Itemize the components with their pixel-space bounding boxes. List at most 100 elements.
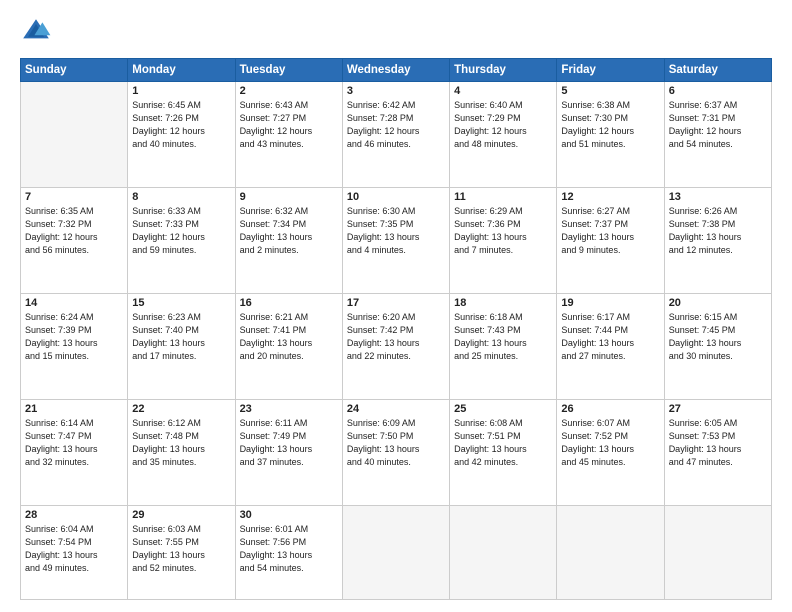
calendar-cell: 19 Sunrise: 6:17 AM Sunset: 7:44 PM Dayli… (557, 293, 664, 399)
calendar-cell: 24 Sunrise: 6:09 AM Sunset: 7:50 PM Dayli… (342, 399, 449, 505)
column-header-sunday: Sunday (21, 59, 128, 82)
day-info: Sunrise: 6:03 AM Sunset: 7:55 PM Dayligh… (132, 523, 230, 575)
calendar-cell: 21 Sunrise: 6:14 AM Sunset: 7:47 PM Dayli… (21, 399, 128, 505)
day-info: Sunrise: 6:45 AM Sunset: 7:26 PM Dayligh… (132, 99, 230, 151)
week-row-0: 1Sunrise: 6:45 AM Sunset: 7:26 PM Daylig… (21, 82, 772, 188)
week-row-2: 14Sunrise: 6:24 AM Sunset: 7:39 PM Dayli… (21, 293, 772, 399)
calendar-table: SundayMondayTuesdayWednesdayThursdayFrid… (20, 58, 772, 600)
day-info: Sunrise: 6:11 AM Sunset: 7:49 PM Dayligh… (240, 417, 338, 469)
day-info: Sunrise: 6:23 AM Sunset: 7:40 PM Dayligh… (132, 311, 230, 363)
calendar-cell: 9 Sunrise: 6:32 AM Sunset: 7:34 PM Daylig… (235, 187, 342, 293)
calendar-cell (21, 82, 128, 188)
day-info: Sunrise: 6:43 AM Sunset: 7:27 PM Dayligh… (240, 99, 338, 151)
day-number: 24 (347, 403, 445, 415)
day-info: Sunrise: 6:27 AM Sunset: 7:37 PM Dayligh… (561, 205, 659, 257)
column-header-wednesday: Wednesday (342, 59, 449, 82)
column-header-tuesday: Tuesday (235, 59, 342, 82)
day-number: 5 (561, 85, 659, 97)
calendar-cell: 3 Sunrise: 6:42 AM Sunset: 7:28 PM Daylig… (342, 82, 449, 188)
column-header-thursday: Thursday (450, 59, 557, 82)
day-info: Sunrise: 6:01 AM Sunset: 7:56 PM Dayligh… (240, 523, 338, 575)
day-info: Sunrise: 6:18 AM Sunset: 7:43 PM Dayligh… (454, 311, 552, 363)
calendar-cell: 12 Sunrise: 6:27 AM Sunset: 7:37 PM Dayli… (557, 187, 664, 293)
day-number: 13 (669, 191, 767, 203)
day-info: Sunrise: 6:24 AM Sunset: 7:39 PM Dayligh… (25, 311, 123, 363)
day-info: Sunrise: 6:37 AM Sunset: 7:31 PM Dayligh… (669, 99, 767, 151)
day-number: 25 (454, 403, 552, 415)
logo-icon (20, 16, 52, 48)
day-number: 16 (240, 297, 338, 309)
logo (20, 16, 56, 48)
day-info: Sunrise: 6:04 AM Sunset: 7:54 PM Dayligh… (25, 523, 123, 575)
day-number: 9 (240, 191, 338, 203)
day-info: Sunrise: 6:29 AM Sunset: 7:36 PM Dayligh… (454, 205, 552, 257)
calendar-cell: 2 Sunrise: 6:43 AM Sunset: 7:27 PM Daylig… (235, 82, 342, 188)
day-info: Sunrise: 6:30 AM Sunset: 7:35 PM Dayligh… (347, 205, 445, 257)
calendar-cell: 8 Sunrise: 6:33 AM Sunset: 7:33 PM Daylig… (128, 187, 235, 293)
calendar-cell (450, 505, 557, 600)
day-info: Sunrise: 6:20 AM Sunset: 7:42 PM Dayligh… (347, 311, 445, 363)
calendar-cell: 11Sunrise: 6:29 AM Sunset: 7:36 PM Dayli… (450, 187, 557, 293)
calendar-cell (342, 505, 449, 600)
day-number: 12 (561, 191, 659, 203)
day-info: Sunrise: 6:26 AM Sunset: 7:38 PM Dayligh… (669, 205, 767, 257)
column-header-monday: Monday (128, 59, 235, 82)
day-number: 23 (240, 403, 338, 415)
day-info: Sunrise: 6:42 AM Sunset: 7:28 PM Dayligh… (347, 99, 445, 151)
calendar-cell: 18 Sunrise: 6:18 AM Sunset: 7:43 PM Dayli… (450, 293, 557, 399)
day-info: Sunrise: 6:07 AM Sunset: 7:52 PM Dayligh… (561, 417, 659, 469)
calendar-cell: 14Sunrise: 6:24 AM Sunset: 7:39 PM Dayli… (21, 293, 128, 399)
day-info: Sunrise: 6:08 AM Sunset: 7:51 PM Dayligh… (454, 417, 552, 469)
calendar-cell: 22Sunrise: 6:12 AM Sunset: 7:48 PM Dayli… (128, 399, 235, 505)
calendar-cell: 1Sunrise: 6:45 AM Sunset: 7:26 PM Daylig… (128, 82, 235, 188)
day-info: Sunrise: 6:15 AM Sunset: 7:45 PM Dayligh… (669, 311, 767, 363)
day-info: Sunrise: 6:17 AM Sunset: 7:44 PM Dayligh… (561, 311, 659, 363)
calendar-cell: 15 Sunrise: 6:23 AM Sunset: 7:40 PM Dayli… (128, 293, 235, 399)
calendar-cell: 4 Sunrise: 6:40 AM Sunset: 7:29 PM Daylig… (450, 82, 557, 188)
day-number: 15 (132, 297, 230, 309)
day-number: 21 (25, 403, 123, 415)
calendar-cell: 27Sunrise: 6:05 AM Sunset: 7:53 PM Dayli… (664, 399, 771, 505)
day-info: Sunrise: 6:09 AM Sunset: 7:50 PM Dayligh… (347, 417, 445, 469)
header (20, 16, 772, 48)
calendar-cell: 23 Sunrise: 6:11 AM Sunset: 7:49 PM Dayli… (235, 399, 342, 505)
day-number: 17 (347, 297, 445, 309)
calendar-cell: 10 Sunrise: 6:30 AM Sunset: 7:35 PM Dayli… (342, 187, 449, 293)
day-info: Sunrise: 6:32 AM Sunset: 7:34 PM Dayligh… (240, 205, 338, 257)
calendar-cell: 25 Sunrise: 6:08 AM Sunset: 7:51 PM Dayli… (450, 399, 557, 505)
day-info: Sunrise: 6:38 AM Sunset: 7:30 PM Dayligh… (561, 99, 659, 151)
calendar-cell: 30Sunrise: 6:01 AM Sunset: 7:56 PM Dayli… (235, 505, 342, 600)
calendar-cell: 5 Sunrise: 6:38 AM Sunset: 7:30 PM Daylig… (557, 82, 664, 188)
day-number: 20 (669, 297, 767, 309)
column-header-friday: Friday (557, 59, 664, 82)
day-number: 2 (240, 85, 338, 97)
day-number: 19 (561, 297, 659, 309)
day-info: Sunrise: 6:33 AM Sunset: 7:33 PM Dayligh… (132, 205, 230, 257)
calendar-cell: 29 Sunrise: 6:03 AM Sunset: 7:55 PM Dayli… (128, 505, 235, 600)
calendar-cell: 28Sunrise: 6:04 AM Sunset: 7:54 PM Dayli… (21, 505, 128, 600)
calendar-header-row: SundayMondayTuesdayWednesdayThursdayFrid… (21, 59, 772, 82)
page: SundayMondayTuesdayWednesdayThursdayFrid… (0, 0, 792, 612)
day-number: 10 (347, 191, 445, 203)
day-number: 6 (669, 85, 767, 97)
day-number: 18 (454, 297, 552, 309)
day-number: 4 (454, 85, 552, 97)
week-row-1: 7 Sunrise: 6:35 AM Sunset: 7:32 PM Daylig… (21, 187, 772, 293)
day-info: Sunrise: 6:14 AM Sunset: 7:47 PM Dayligh… (25, 417, 123, 469)
day-number: 7 (25, 191, 123, 203)
day-number: 8 (132, 191, 230, 203)
column-header-saturday: Saturday (664, 59, 771, 82)
calendar-cell: 17 Sunrise: 6:20 AM Sunset: 7:42 PM Dayli… (342, 293, 449, 399)
calendar-cell (557, 505, 664, 600)
calendar-cell: 16 Sunrise: 6:21 AM Sunset: 7:41 PM Dayli… (235, 293, 342, 399)
week-row-4: 28Sunrise: 6:04 AM Sunset: 7:54 PM Dayli… (21, 505, 772, 600)
day-number: 3 (347, 85, 445, 97)
calendar-cell: 6 Sunrise: 6:37 AM Sunset: 7:31 PM Daylig… (664, 82, 771, 188)
day-info: Sunrise: 6:35 AM Sunset: 7:32 PM Dayligh… (25, 205, 123, 257)
day-info: Sunrise: 6:21 AM Sunset: 7:41 PM Dayligh… (240, 311, 338, 363)
day-info: Sunrise: 6:40 AM Sunset: 7:29 PM Dayligh… (454, 99, 552, 151)
calendar-cell: 20 Sunrise: 6:15 AM Sunset: 7:45 PM Dayli… (664, 293, 771, 399)
day-number: 29 (132, 509, 230, 521)
day-number: 22 (132, 403, 230, 415)
calendar-cell: 13 Sunrise: 6:26 AM Sunset: 7:38 PM Dayli… (664, 187, 771, 293)
